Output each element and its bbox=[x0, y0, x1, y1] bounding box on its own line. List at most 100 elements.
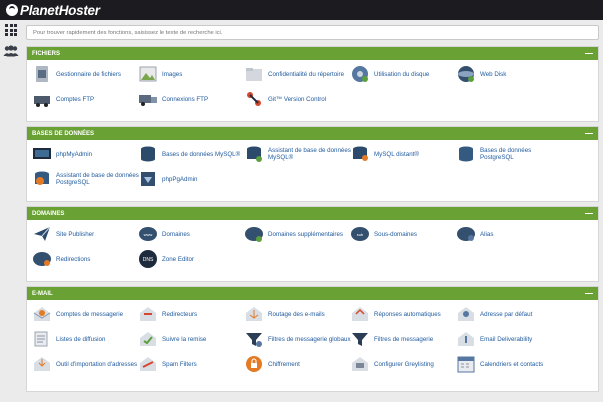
feature-label: Listes de diffusion bbox=[56, 335, 106, 343]
phppgadmin-icon bbox=[141, 172, 155, 186]
panel-header[interactable]: BASES DE DONNÉES bbox=[27, 127, 598, 140]
feature-link[interactable]: Email Deliverability bbox=[456, 328, 564, 350]
collapse-icon[interactable] bbox=[585, 212, 593, 215]
feature-link[interactable]: Calendriers et contacts bbox=[456, 353, 564, 375]
feature-link[interactable]: Assistant de base de données PostgreSQL bbox=[32, 168, 140, 190]
feature-label: MySQL distant® bbox=[374, 150, 419, 158]
panel-header[interactable]: E-MAIL bbox=[27, 287, 598, 300]
global-filters-icon bbox=[246, 333, 262, 347]
search-input[interactable]: Pour trouver rapidement des fonctions, s… bbox=[26, 25, 599, 40]
feature-link[interactable]: Connexions FTP bbox=[138, 88, 246, 110]
encryption-icon bbox=[246, 356, 262, 372]
feature-label: Comptes FTP bbox=[56, 95, 95, 103]
spam-filters-icon bbox=[140, 357, 156, 371]
collapse-icon[interactable] bbox=[585, 132, 593, 135]
svg-text:DNS: DNS bbox=[143, 257, 154, 263]
mysql-databases-icon bbox=[141, 146, 155, 162]
apps-grid-icon[interactable] bbox=[3, 23, 19, 37]
forwarders-icon bbox=[140, 307, 156, 321]
feature-link[interactable]: Utilisation du disque bbox=[350, 63, 458, 85]
feature-link[interactable]: Assistant de base de données MySQL® bbox=[244, 143, 352, 165]
feature-link[interactable]: Chiffrement bbox=[244, 353, 352, 375]
top-bar: PlanetHoster bbox=[0, 0, 603, 20]
disk-usage-icon bbox=[352, 66, 368, 82]
brand-name: PlanetHoster bbox=[20, 2, 100, 18]
sidebar bbox=[0, 20, 22, 402]
feature-link[interactable]: phpPgAdmin bbox=[138, 168, 246, 190]
feature-link[interactable]: phpMyAdmin bbox=[32, 143, 140, 165]
domains-icon: www bbox=[139, 227, 157, 241]
feature-label: Domaines supplémentaires bbox=[268, 230, 343, 238]
panel-2: DOMAINES Site Publisher www Domaines Domaine… bbox=[26, 206, 599, 282]
feature-link[interactable]: Redirecteurs bbox=[138, 303, 246, 325]
feature-link[interactable]: Images bbox=[138, 63, 246, 85]
feature-link[interactable]: Spam Filters bbox=[138, 353, 246, 375]
feature-link[interactable]: Comptes de messagerie bbox=[32, 303, 140, 325]
collapse-icon[interactable] bbox=[585, 292, 593, 295]
brand-logo[interactable]: PlanetHoster bbox=[6, 2, 100, 18]
address-importer-icon bbox=[34, 357, 50, 371]
file-manager-icon bbox=[36, 66, 48, 82]
remote-mysql-icon bbox=[353, 146, 368, 161]
feature-link[interactable]: Gestionnaire de fichiers bbox=[32, 63, 140, 85]
feature-link[interactable]: Web Disk bbox=[456, 63, 564, 85]
feature-label: Web Disk bbox=[480, 70, 507, 78]
feature-link[interactable]: Bases de données PostgreSQL bbox=[456, 143, 564, 165]
images-icon bbox=[139, 66, 157, 82]
feature-link[interactable]: Réponses automatiques bbox=[350, 303, 458, 325]
phpmyadmin-icon bbox=[33, 148, 51, 159]
feature-link[interactable]: Git™ Version Control bbox=[244, 88, 352, 110]
feature-link[interactable]: Configurer Greylisting bbox=[350, 353, 458, 375]
ftp-connections-icon bbox=[139, 95, 157, 106]
feature-link[interactable]: Redirections bbox=[32, 248, 140, 270]
feature-link[interactable]: Routage des e-mails bbox=[244, 303, 352, 325]
users-icon[interactable] bbox=[3, 44, 19, 58]
feature-label: Outil d'importation d'adresses bbox=[56, 360, 138, 368]
panel-header[interactable]: DOMAINES bbox=[27, 207, 598, 220]
feature-link[interactable]: sub Sous-domaines bbox=[350, 223, 458, 245]
feature-label: Adresse par défaut bbox=[480, 310, 533, 318]
panel-title: DOMAINES bbox=[32, 210, 65, 217]
autoresponders-icon bbox=[352, 307, 368, 321]
feature-link[interactable]: Filtres de messagerie globaux bbox=[244, 328, 352, 350]
panel-1: BASES DE DONNÉES phpMyAdmin Bases de donné… bbox=[26, 126, 599, 202]
feature-link[interactable]: Listes de diffusion bbox=[32, 328, 140, 350]
panel-3: E-MAIL Comptes de messagerie Redirecteurs R… bbox=[26, 286, 599, 392]
email-filters-icon bbox=[352, 333, 368, 346]
email-routing-icon bbox=[246, 307, 262, 321]
email-accounts-icon bbox=[33, 307, 51, 321]
feature-label: Calendriers et contacts bbox=[480, 360, 544, 368]
feature-link[interactable]: Outil d'importation d'adresses bbox=[32, 353, 140, 375]
collapse-icon[interactable] bbox=[585, 52, 593, 55]
feature-link[interactable]: Filtres de messagerie bbox=[350, 328, 458, 350]
feature-link[interactable]: Site Publisher bbox=[32, 223, 140, 245]
feature-link[interactable]: Bases de données MySQL® bbox=[138, 143, 246, 165]
feature-label: Zone Editor bbox=[162, 255, 194, 263]
addon-domains-icon bbox=[245, 227, 263, 242]
feature-link[interactable]: Adresse par défaut bbox=[456, 303, 564, 325]
feature-link[interactable]: Confidentialité du répertoire bbox=[244, 63, 352, 85]
redirects-icon bbox=[33, 252, 51, 266]
email-deliverability-icon bbox=[458, 332, 474, 346]
panel-header[interactable]: FICHIERS bbox=[27, 47, 598, 60]
feature-label: Connexions FTP bbox=[162, 95, 209, 103]
web-disk-icon bbox=[458, 66, 474, 82]
feature-label: Sous-domaines bbox=[374, 230, 417, 238]
feature-link[interactable]: DNS Zone Editor bbox=[138, 248, 246, 270]
feature-link[interactable]: MySQL distant® bbox=[350, 143, 458, 165]
feature-label: Assistant de base de données PostgreSQL bbox=[56, 172, 139, 186]
feature-link[interactable]: Domaines supplémentaires bbox=[244, 223, 352, 245]
feature-label: Filtres de messagerie globaux bbox=[268, 335, 351, 343]
feature-label: phpPgAdmin bbox=[162, 175, 198, 183]
feature-label: Assistant de base de données MySQL® bbox=[268, 147, 351, 161]
feature-link[interactable]: Suivre la remise bbox=[138, 328, 246, 350]
subdomains-icon: sub bbox=[351, 227, 369, 241]
feature-link[interactable]: Alias bbox=[456, 223, 564, 245]
svg-text:sub: sub bbox=[357, 232, 364, 237]
ftp-accounts-icon bbox=[34, 96, 50, 107]
feature-link[interactable]: www Domaines bbox=[138, 223, 246, 245]
feature-label: Filtres de messagerie bbox=[374, 335, 434, 343]
feature-label: Chiffrement bbox=[268, 360, 300, 368]
feature-link[interactable]: Comptes FTP bbox=[32, 88, 140, 110]
feature-label: Bases de données MySQL® bbox=[162, 150, 241, 158]
